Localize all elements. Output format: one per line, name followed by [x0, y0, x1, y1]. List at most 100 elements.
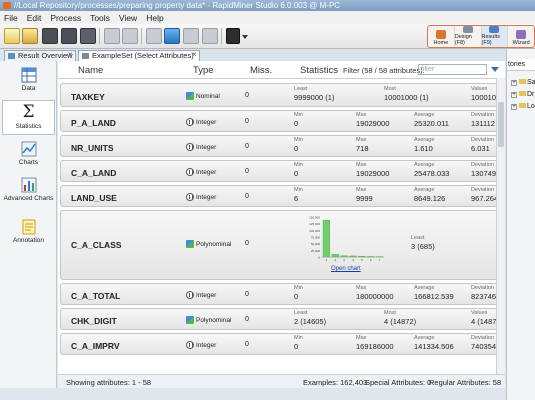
- stat-deviation: Deviation 740354: [471, 335, 497, 351]
- integer-type-icon: [186, 168, 194, 176]
- save-icon[interactable]: [42, 28, 58, 44]
- tab-exampleset[interactable]: ExampleSet (Select Attributes) ×: [78, 50, 200, 61]
- column-header-missing[interactable]: Miss.: [250, 65, 272, 76]
- perspective-wizard[interactable]: Wizard: [508, 26, 534, 47]
- bar-chart-svg: 150,000 125,000 100,000 75,000 50,000 25,000 0…: [309, 216, 384, 262]
- showing-attributes-text: Showing attributes: 1 - 58: [66, 378, 152, 387]
- menu-process[interactable]: Process: [50, 13, 81, 23]
- attribute-name: NR_UNITS: [71, 143, 114, 153]
- attribute-missing: 0: [245, 92, 249, 99]
- attribute-row-land-use[interactable]: LAND_USE Integer 0 Min 6 Max 9999 Average 8…: [60, 185, 501, 207]
- save-as-icon[interactable]: [61, 28, 77, 44]
- repository-node[interactable]: + Lo: [511, 103, 535, 110]
- advanced-chart-icon: [21, 177, 36, 193]
- stat-most: Most 10001000 (1): [384, 86, 429, 102]
- polynominal-type-icon: [186, 240, 194, 248]
- stat-average: Average 25478.033: [414, 162, 450, 178]
- stat-max: Max 169186000: [356, 335, 394, 351]
- y-tick-label: 75,000: [311, 236, 321, 240]
- repository-tab[interactable]: tories: [507, 59, 535, 71]
- attribute-type: Polynominal: [186, 316, 231, 324]
- attribute-missing: 0: [245, 316, 249, 323]
- attribute-missing: 0: [245, 291, 249, 298]
- stat-deviation: Deviation 131112: [471, 112, 495, 128]
- repository-node[interactable]: + Dr: [511, 91, 534, 98]
- menu-view[interactable]: View: [119, 13, 137, 23]
- integer-type-icon: [186, 193, 194, 201]
- y-tick-label: 100,000: [309, 229, 320, 233]
- redo-icon[interactable]: [122, 28, 138, 44]
- sidebar-item-data[interactable]: Data: [2, 67, 55, 92]
- copy-icon[interactable]: [146, 28, 162, 44]
- tab-result-overview[interactable]: Result Overview ×: [4, 50, 76, 61]
- close-icon[interactable]: ×: [68, 50, 73, 60]
- statistics-view: Name Type Miss. Statistics Filter (58 / …: [58, 61, 505, 374]
- open-process-icon[interactable]: [22, 28, 38, 44]
- repository-node[interactable]: + Sa: [511, 79, 535, 86]
- bar-5: [358, 256, 366, 258]
- y-tick-label: 125,000: [309, 222, 320, 226]
- stat-average: Average 166812.539: [414, 285, 454, 301]
- vertical-scrollbar[interactable]: [496, 78, 505, 374]
- type-label: Integer: [196, 194, 217, 201]
- stop-icon[interactable]: [202, 28, 218, 44]
- x-tick-label: 4: [352, 258, 354, 262]
- attribute-type: Nominal: [186, 92, 220, 100]
- export-icon[interactable]: [80, 28, 96, 44]
- attribute-row-c-a-class[interactable]: C_A_CLASS Polynominal 0 150,000 125,000 10…: [60, 210, 501, 280]
- expand-icon[interactable]: +: [511, 80, 517, 86]
- attribute-row-chk-digit[interactable]: CHK_DIGIT Polynominal 0 Least 2 (14605) M…: [60, 308, 503, 330]
- stat-values: Values 100010: [471, 86, 497, 102]
- filter-input[interactable]: filter: [418, 64, 487, 75]
- undo-icon[interactable]: [104, 28, 120, 44]
- expand-icon[interactable]: +: [511, 92, 517, 98]
- folder-icon: [519, 103, 526, 108]
- open-chart-link[interactable]: Open chart: [331, 266, 361, 272]
- stat-min: Min 6: [294, 187, 303, 203]
- pause-icon[interactable]: [183, 28, 199, 44]
- sidebar-item-advanced-charts[interactable]: Advanced Charts: [2, 177, 55, 202]
- sidebar-item-charts[interactable]: Charts: [2, 141, 55, 166]
- attribute-row-c-a-total[interactable]: C_A_TOTAL Integer 0 Min 0 Max 180000000 Av…: [60, 283, 501, 305]
- menu-edit[interactable]: Edit: [27, 13, 42, 23]
- regular-attributes-count: Regular Attributes: 58: [429, 378, 502, 387]
- menu-file[interactable]: File: [4, 13, 18, 23]
- sidebar-item-annotation[interactable]: Annotation: [2, 219, 55, 244]
- close-icon[interactable]: ×: [192, 50, 197, 60]
- sidebar-item-label: Advanced Charts: [3, 195, 54, 202]
- x-tick-label: 2: [334, 258, 336, 262]
- filter-menu-chevron-icon[interactable]: [491, 67, 499, 72]
- run-icon[interactable]: [164, 28, 180, 44]
- menu-tools[interactable]: Tools: [90, 13, 110, 23]
- bar-6: [367, 256, 375, 258]
- perspective-design[interactable]: Design (F8): [455, 26, 482, 47]
- attribute-row-c-a-imprv[interactable]: C_A_IMPRV Integer 0 Min 0 Max 169186000 Av…: [60, 333, 501, 355]
- attribute-row-taxkey[interactable]: TAXKEY Nominal 0 Least 9999000 (1) Most 10…: [60, 83, 501, 107]
- x-tick-label: 3: [343, 258, 345, 262]
- perspective-home[interactable]: Home: [428, 26, 455, 47]
- y-tick-label: 25,000: [311, 249, 321, 253]
- expand-icon[interactable]: +: [511, 104, 517, 110]
- window-footer: [0, 388, 510, 400]
- stat-least: Least 2 (14605): [294, 310, 327, 326]
- column-header-name[interactable]: Name: [78, 65, 103, 76]
- chevron-down-icon[interactable]: [242, 35, 248, 39]
- column-header-type[interactable]: Type: [193, 65, 214, 76]
- type-label: Integer: [196, 342, 217, 349]
- attribute-row-p-a-land[interactable]: P_A_LAND Integer 0 Min 0 Max 19029000 Aver…: [60, 110, 501, 132]
- stat-min: Min 0: [294, 285, 303, 301]
- menu-help[interactable]: Help: [146, 13, 163, 23]
- bar-4: [349, 255, 357, 258]
- attribute-type: Polynominal: [186, 240, 231, 248]
- scrollbar-thumb[interactable]: [498, 102, 504, 147]
- folder-icon: [519, 91, 526, 96]
- attribute-row-nr-units[interactable]: NR_UNITS Integer 0 Min 0 Max 718 Average 1.…: [60, 135, 501, 157]
- perspective-results[interactable]: Results (F9): [481, 26, 509, 47]
- attribute-missing: 0: [245, 193, 249, 200]
- sidebar-item-statistics[interactable]: Σ Statistics: [2, 100, 55, 135]
- new-process-icon[interactable]: [4, 28, 20, 44]
- attribute-row-c-a-land[interactable]: C_A_LAND Integer 0 Min 0 Max 19029000 Aver…: [60, 160, 501, 182]
- perspective-label: Home: [433, 40, 449, 46]
- extension-icon[interactable]: [226, 28, 240, 44]
- x-tick-label: 7: [379, 258, 381, 262]
